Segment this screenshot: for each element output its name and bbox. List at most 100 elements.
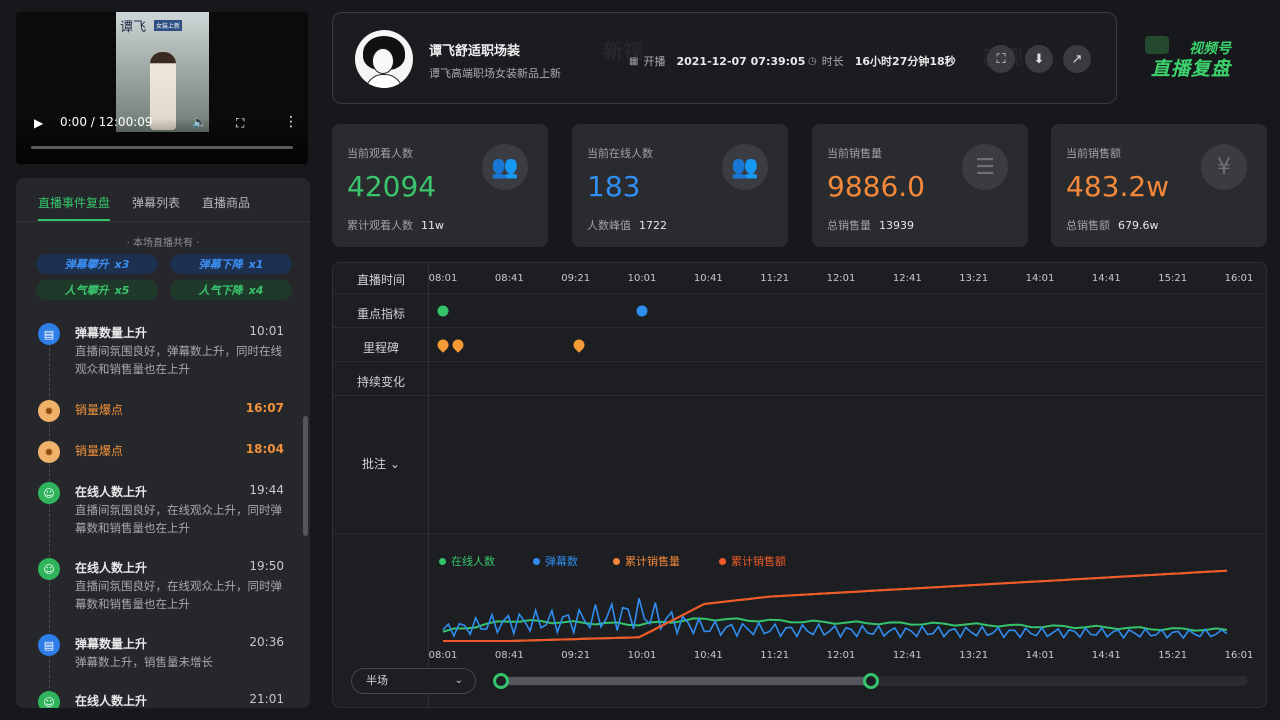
row-divider bbox=[333, 293, 1266, 294]
chip-count: x4 bbox=[248, 283, 264, 297]
chip-count: x3 bbox=[114, 257, 130, 271]
logo-line2: 直播复盘 bbox=[1151, 58, 1232, 80]
avatar[interactable] bbox=[355, 30, 413, 88]
card-title: 当前销售量 bbox=[827, 147, 882, 160]
event-time: 19:44 bbox=[249, 483, 284, 497]
trend-chart bbox=[442, 569, 1228, 642]
chip-danmaku-rise: 弹幕攀升 x3 bbox=[36, 254, 158, 274]
card-viewers: 当前观看人数 42094 累计观看人数 11w 👥 bbox=[332, 124, 548, 247]
zoom-select-value: 半场 bbox=[366, 674, 388, 687]
chip-label: 弹幕下降 bbox=[198, 258, 243, 271]
share-button[interactable]: ↗ bbox=[1063, 45, 1091, 73]
tick-label: 12:01 bbox=[826, 273, 856, 284]
card-sub-label: 总销售量 bbox=[827, 219, 871, 232]
panel-tabs: 直播事件复盘 弹幕列表 直播商品 bbox=[16, 178, 310, 222]
range-handle-end[interactable] bbox=[862, 673, 879, 689]
start-label: 开播 bbox=[643, 55, 666, 68]
tick-label: 09:21 bbox=[561, 650, 591, 661]
chip-label: 人气下降 bbox=[198, 284, 243, 297]
timeline-panel: 直播时间 重点指标 里程碑 持续变化 批注 ⌄ 08:01 08:41 09:21 1… bbox=[332, 262, 1267, 708]
tick-label: 15:21 bbox=[1158, 650, 1188, 661]
tick-label: 10:41 bbox=[693, 273, 723, 284]
event-title: 在线人数上升 bbox=[75, 694, 148, 708]
tick-label: 11:21 bbox=[760, 650, 790, 661]
tick-label: 12:41 bbox=[892, 650, 922, 661]
event-title: 销量爆点 bbox=[75, 444, 124, 458]
tab-event-review[interactable]: 直播事件复盘 bbox=[38, 194, 111, 221]
tick-label: 10:01 bbox=[627, 273, 657, 284]
chip-danmaku-drop: 弹幕下降 x1 bbox=[170, 254, 292, 274]
share-icon: ↗ bbox=[1071, 51, 1083, 67]
download-icon: ⬇ bbox=[1033, 51, 1045, 67]
start-value: 2021-12-07 07:39:05 bbox=[676, 54, 806, 68]
start-time: ▦ 开播 2021-12-07 07:39:05 bbox=[629, 53, 805, 69]
card-sales-amount: 当前销售额 483.2w 总销售额 679.6w ¥ bbox=[1051, 124, 1267, 247]
duration: ◷ 时长 16小时27分钟18秒 bbox=[808, 53, 956, 69]
tick-label: 14:41 bbox=[1091, 273, 1121, 284]
chevron-down-icon: ⌄ bbox=[389, 457, 400, 471]
event-panel: 直播事件复盘 弹幕列表 直播商品 · 本场直播共有 · 弹幕攀升 x3 弹幕下降 x… bbox=[16, 178, 310, 708]
event-desc: 弹幕数上升，销售量未增长 bbox=[75, 655, 213, 669]
event-time: 20:36 bbox=[249, 635, 284, 649]
more-options-icon[interactable]: ⋮ bbox=[284, 114, 298, 130]
brand-logo: 视频号 直播复盘 bbox=[1145, 34, 1255, 80]
sales-burst-icon: ✹ bbox=[38, 400, 60, 422]
tab-danmaku-list[interactable]: 弹幕列表 bbox=[132, 194, 180, 221]
card-value: 483.2w bbox=[1066, 170, 1170, 203]
tick-label: 08:01 bbox=[428, 273, 458, 284]
logo-shape bbox=[1145, 36, 1169, 54]
event-list-scrollbar[interactable] bbox=[303, 416, 308, 536]
row-label-note[interactable]: 批注 ⌄ bbox=[333, 455, 429, 472]
video-progress-bar[interactable] bbox=[31, 146, 293, 149]
event-time: 19:50 bbox=[249, 559, 284, 573]
key-event-dot[interactable] bbox=[437, 305, 449, 317]
tick-label: 16:01 bbox=[1224, 273, 1254, 284]
chevron-down-icon: ⌄ bbox=[454, 675, 463, 686]
row-label-change: 持续变化 bbox=[356, 375, 405, 389]
card-value: 42094 bbox=[347, 170, 437, 203]
download-button[interactable]: ⬇ bbox=[1025, 45, 1053, 73]
duration-label: 时长 bbox=[821, 55, 844, 68]
duration-value: 16小时27分钟18秒 bbox=[854, 55, 956, 68]
video-time: 0:00 / 12:00:09 bbox=[60, 115, 153, 129]
card-title: 当前在线人数 bbox=[587, 147, 653, 160]
event-desc: 直播间氛围良好，在线观众上升，同时弹幕数和销售量也在上升 bbox=[75, 503, 282, 535]
shop-name: 谭飞舒适职场装 bbox=[429, 44, 521, 59]
live-header: 新视 新视 谭飞舒适职场装 谭飞高端职场女装新品上新 ▦ 开播 2021-12-… bbox=[332, 12, 1117, 104]
shop-description: 谭飞高端职场女装新品上新 bbox=[429, 67, 561, 80]
row-label-time: 直播时间 bbox=[356, 273, 405, 287]
chip-popularity-drop: 人气下降 x4 bbox=[170, 280, 292, 300]
milestone-pin[interactable] bbox=[435, 337, 451, 353]
tick-label: 14:41 bbox=[1091, 650, 1121, 661]
card-sub-label: 人数峰值 bbox=[587, 219, 631, 232]
tick-label: 09:21 bbox=[561, 273, 591, 284]
zoom-select[interactable]: 半场 ⌄ bbox=[351, 668, 476, 694]
event-title: 在线人数上升 bbox=[75, 561, 148, 575]
tab-live-products[interactable]: 直播商品 bbox=[202, 194, 250, 221]
chip-count: x5 bbox=[114, 283, 130, 297]
card-value: 183 bbox=[587, 170, 641, 203]
fullscreen-icon[interactable]: ⛶ bbox=[236, 116, 244, 131]
video-player[interactable]: 谭飞 女装上新 ▶ 0:00 / 12:00:09 🔈 ⛶ ⋮ bbox=[16, 12, 308, 164]
expand-button[interactable]: ⛶ bbox=[987, 45, 1015, 73]
key-event-dot[interactable] bbox=[636, 305, 648, 317]
row-divider bbox=[333, 533, 1266, 534]
milestone-pin[interactable] bbox=[450, 337, 466, 353]
card-title: 当前观看人数 bbox=[347, 147, 413, 160]
event-title: 销量爆点 bbox=[75, 403, 124, 417]
tick-label: 15:21 bbox=[1158, 273, 1188, 284]
row-divider bbox=[333, 327, 1266, 328]
stack-icon: ☰ bbox=[962, 144, 1008, 190]
tick-label: 10:41 bbox=[693, 650, 723, 661]
range-handle-start[interactable] bbox=[493, 673, 509, 689]
volume-icon[interactable]: 🔈 bbox=[192, 115, 207, 129]
clock-icon: ◷ bbox=[808, 55, 817, 67]
tick-label: 08:01 bbox=[428, 650, 458, 661]
range-slider[interactable] bbox=[493, 673, 1248, 689]
event-title: 在线人数上升 bbox=[75, 485, 148, 499]
avatar-body bbox=[365, 74, 403, 88]
play-icon[interactable]: ▶ bbox=[34, 116, 43, 130]
sales-burst-icon: ✹ bbox=[38, 441, 60, 463]
chip-label: 弹幕攀升 bbox=[64, 258, 109, 271]
milestone-pin[interactable] bbox=[571, 337, 587, 353]
